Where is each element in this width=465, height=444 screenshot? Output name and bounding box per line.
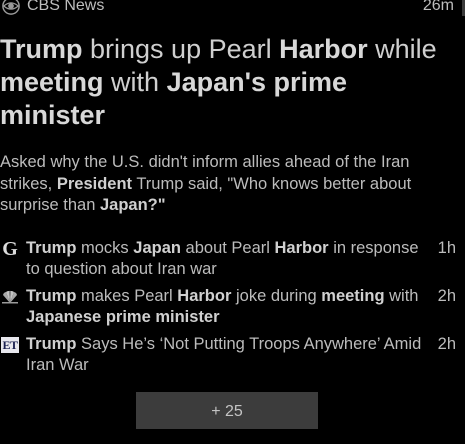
highlighted-text: Japan?": [99, 196, 166, 214]
story-summary: Asked why the U.S. didn't inform allies …: [0, 152, 455, 217]
related-item[interactable]: G Trump mocks Japan about Pearl Harbor i…: [0, 238, 456, 280]
related-item-time: 1h: [437, 239, 456, 257]
g-logo-icon: G: [2, 238, 18, 260]
highlighted-text: meeting: [321, 287, 385, 305]
related-item-time: 2h: [437, 287, 456, 305]
highlighted-text: Harbor: [274, 239, 329, 257]
related-coverage-list: G Trump mocks Japan about Pearl Harbor i…: [0, 238, 456, 382]
related-item-title[interactable]: Trump Says He’s ‘Not Putting Troops Anyw…: [26, 334, 434, 376]
text-segment: mocks: [76, 239, 134, 257]
highlighted-text: Trump: [26, 287, 77, 305]
highlighted-text: Japanese: [26, 308, 102, 326]
highlighted-text: President: [56, 174, 133, 193]
text-segment: brings up Pearl: [82, 34, 280, 64]
highlighted-text: Harbor: [177, 287, 232, 305]
highlighted-text: Harbor: [279, 34, 368, 64]
text-segment: with: [103, 67, 167, 97]
highlighted-text: minister: [155, 308, 220, 326]
related-item-time: 2h: [437, 335, 456, 353]
highlighted-text: Japan: [133, 239, 181, 257]
story-timestamp: 26m: [422, 0, 454, 14]
cbs-eye-logo-icon: [2, 0, 20, 15]
related-item-title[interactable]: Trump makes Pearl Harbor joke during mee…: [26, 286, 434, 328]
text-segment: about Pearl: [180, 239, 275, 257]
related-item[interactable]: Trump makes Pearl Harbor joke during mee…: [0, 286, 456, 328]
highlighted-text: prime: [105, 308, 151, 326]
news-story-card[interactable]: CBS News 26m Trump brings up Pearl Harbo…: [0, 0, 465, 444]
text-segment: while: [367, 34, 437, 64]
text-segment: makes Pearl: [76, 287, 178, 305]
headline[interactable]: Trump brings up Pearl Harbor while meeti…: [0, 33, 455, 132]
source-row: CBS News 26m: [0, 0, 454, 17]
text-segment: Says He’s ‘Not Putting Troops Anywhere’ …: [26, 335, 422, 374]
text-segment: joke during: [231, 287, 322, 305]
et-logo-icon: ET: [1, 337, 19, 353]
nbc-peacock-icon: [1, 288, 19, 306]
highlighted-text: Trump: [26, 335, 77, 353]
text-segment: with: [384, 287, 419, 305]
highlighted-text: meeting: [0, 67, 104, 97]
related-item[interactable]: ET Trump Says He’s ‘Not Putting Troops A…: [0, 334, 456, 376]
more-coverage-button[interactable]: + 25: [136, 392, 318, 429]
highlighted-text: Trump: [26, 239, 77, 257]
related-item-title[interactable]: Trump mocks Japan about Pearl Harbor in …: [26, 238, 434, 280]
highlighted-text: Trump: [0, 34, 83, 64]
source-name[interactable]: CBS News: [27, 0, 423, 15]
